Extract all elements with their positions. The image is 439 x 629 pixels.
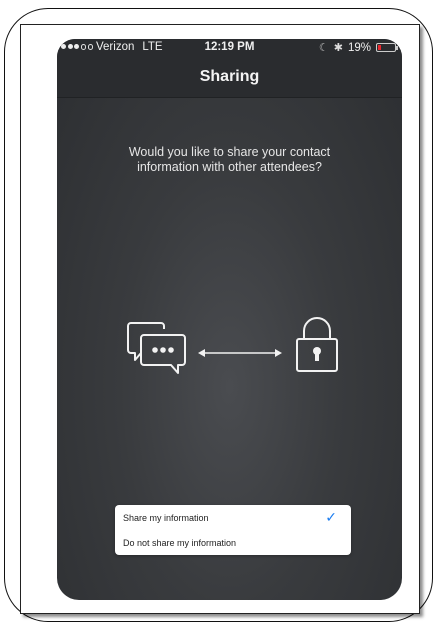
- battery-icon: [376, 43, 398, 52]
- option-do-not-share[interactable]: Do not share my information: [115, 530, 351, 555]
- double-arrow-icon: [198, 349, 282, 357]
- battery-level-fill: [378, 45, 381, 50]
- status-right: ☾ ✱ 19%: [318, 41, 398, 54]
- page-title: Sharing: [199, 68, 260, 85]
- option-label: Share my information: [123, 512, 209, 523]
- navigation-bar: Sharing: [57, 57, 402, 98]
- screenshot-photo: Verizon LTE 12:19 PM ☾ ✱ 19% Sharing Wou…: [20, 24, 420, 614]
- phone-screen: Verizon LTE 12:19 PM ☾ ✱ 19% Sharing Wou…: [57, 39, 402, 600]
- sharing-illustration: [57, 301, 402, 391]
- status-bar: Verizon LTE 12:19 PM ☾ ✱ 19%: [57, 39, 402, 57]
- option-label: Do not share my information: [123, 537, 237, 548]
- padlock-icon: [296, 317, 338, 372]
- bluetooth-icon: ✱: [333, 42, 343, 54]
- chat-bubbles-icon: [127, 322, 186, 374]
- do-not-disturb-icon: ☾: [318, 42, 329, 54]
- checkmark-icon: ✓: [325, 509, 337, 525]
- illustration-svg: [127, 317, 338, 374]
- share-options-sheet: Share my information ✓ Do not share my i…: [115, 505, 351, 555]
- option-share-my-information[interactable]: Share my information ✓: [115, 505, 351, 530]
- battery-percent: 19%: [347, 41, 371, 54]
- share-question-text: Would you like to share your contact inf…: [128, 145, 331, 174]
